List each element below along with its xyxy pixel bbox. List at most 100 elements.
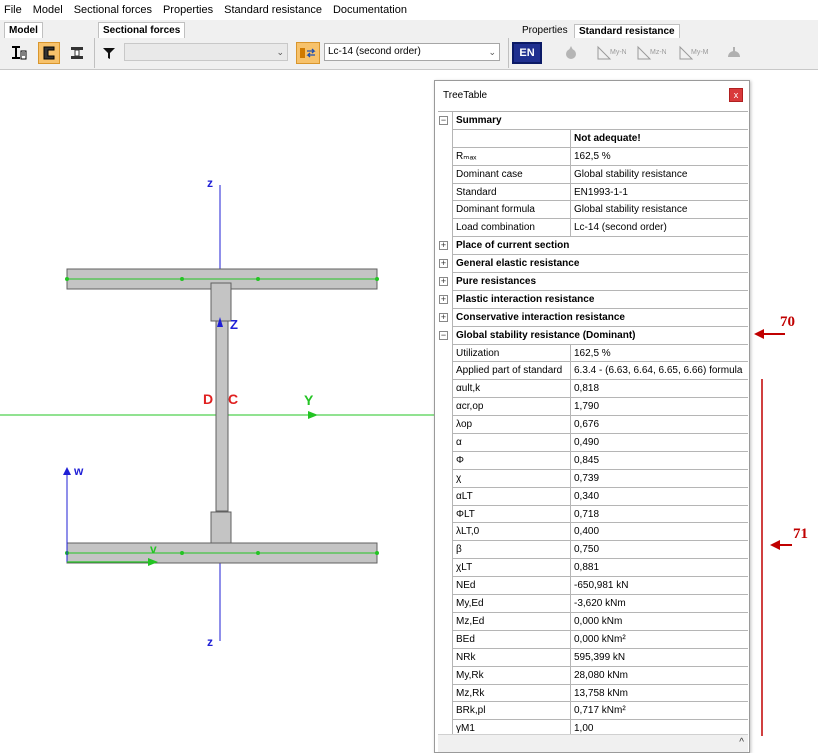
- collapse-icon[interactable]: −: [439, 116, 448, 125]
- table-row[interactable]: αult,k 0,818: [438, 380, 748, 399]
- row-key: λLT,0: [452, 523, 571, 542]
- table-row[interactable]: Φ 0,845: [438, 451, 748, 470]
- interaction-my-mz-icon[interactable]: My-Mz: [678, 42, 708, 64]
- menu-properties[interactable]: Properties: [163, 4, 213, 16]
- section-collapsed[interactable]: + Conservative interaction resistance: [438, 308, 748, 327]
- menu-model[interactable]: Model: [33, 4, 63, 16]
- row-key: β: [452, 541, 571, 560]
- section-label: Plastic interaction resistance: [452, 290, 748, 309]
- row-key: Mz,Ed: [452, 612, 571, 631]
- section-icon[interactable]: [8, 42, 30, 64]
- row-value: 28,080 kNm: [571, 667, 748, 685]
- section-label: General elastic resistance: [452, 255, 748, 274]
- row-key: Φ: [452, 451, 571, 470]
- stability-icon[interactable]: [722, 42, 746, 64]
- y-arrow-icon: [308, 411, 318, 419]
- row-value: 0,845: [571, 452, 748, 470]
- scroll-up-icon[interactable]: ^: [739, 737, 744, 748]
- row-value: 162,5 %: [571, 345, 748, 363]
- en-flag-icon[interactable]: EN: [512, 42, 542, 64]
- section-collapsed[interactable]: + General elastic resistance: [438, 255, 748, 274]
- row-key: NRk: [452, 648, 571, 667]
- resistance-icon[interactable]: [560, 42, 582, 64]
- row-value: 0,676: [571, 416, 748, 435]
- table-row[interactable]: Applied part of standard 6.3.4 - (6.63, 6…: [438, 362, 748, 381]
- section-collapsed[interactable]: + Pure resistances: [438, 273, 748, 291]
- table-row[interactable]: αcr,op 1,790: [438, 398, 748, 417]
- load-combination-value: Lc-14 (second order): [328, 46, 421, 57]
- menu-sectional-forces[interactable]: Sectional forces: [74, 4, 152, 16]
- table-row[interactable]: λLT,0 0,400: [438, 523, 748, 542]
- table-row[interactable]: Dominant case Global stability resistance: [438, 165, 748, 184]
- expand-icon[interactable]: +: [439, 294, 448, 304]
- table-row[interactable]: NRk 595,399 kN: [438, 648, 748, 667]
- row-value: 6.3.4 - (6.63, 6.64, 6.65, 6.66) formula: [571, 362, 748, 381]
- table-row[interactable]: ΦLT 0,718: [438, 505, 748, 524]
- row-value: 0,000 kNm: [571, 613, 748, 631]
- row-key: αult,k: [452, 380, 571, 399]
- table-row[interactable]: α 0,490: [438, 434, 748, 452]
- table-row[interactable]: β 0,750: [438, 541, 748, 560]
- table-row[interactable]: Rₘₐₓ 162,5 %: [438, 147, 748, 166]
- annotation-label-71: 71: [793, 526, 808, 542]
- row-value: 0,400: [571, 523, 748, 542]
- cross-section-c-icon[interactable]: [38, 42, 60, 64]
- app-window: File Model Sectional forces Properties S…: [0, 0, 818, 753]
- expand-icon[interactable]: +: [439, 241, 448, 251]
- expand-icon[interactable]: +: [439, 259, 448, 269]
- table-row[interactable]: Mz,Rk 13,758 kNm: [438, 684, 748, 703]
- menu-file[interactable]: File: [4, 4, 22, 16]
- row-key: χLT: [452, 559, 571, 578]
- section-collapsed[interactable]: + Place of current section: [438, 237, 748, 256]
- horizontal-scrollbar[interactable]: ^: [438, 734, 748, 752]
- close-icon[interactable]: x: [729, 88, 743, 102]
- row-value: EN1993-1-1: [571, 184, 748, 202]
- row-value: Not adequate!: [571, 130, 748, 148]
- table-row[interactable]: χ 0,739: [438, 469, 748, 488]
- expand-icon[interactable]: +: [439, 312, 448, 322]
- expand-icon[interactable]: +: [439, 277, 448, 287]
- section-collapsed[interactable]: + Plastic interaction resistance: [438, 290, 748, 309]
- table-row[interactable]: Dominant formula Global stability resista…: [438, 201, 748, 220]
- row-value: 595,399 kN: [571, 649, 748, 667]
- table-row[interactable]: Standard EN1993-1-1: [438, 183, 748, 202]
- table-row[interactable]: BRk,pl 0,717 kNm²: [438, 702, 748, 721]
- table-row[interactable]: χLT 0,881: [438, 559, 748, 578]
- row-key: Rₘₐₓ: [452, 147, 571, 166]
- table-row[interactable]: Utilization 162,5 %: [438, 344, 748, 363]
- row-key: [452, 129, 571, 148]
- interaction-my-n-icon[interactable]: My-N: [596, 42, 626, 64]
- row-value: 13,758 kNm: [571, 685, 748, 703]
- web: [215, 320, 229, 512]
- row-value: 162,5 %: [571, 148, 748, 166]
- table-row[interactable]: Not adequate!: [438, 129, 748, 148]
- cross-section-i-icon[interactable]: [66, 42, 88, 64]
- global-stability-rows: Utilization 162,5 % Applied part of standa…: [438, 344, 748, 736]
- row-key: Utilization: [452, 344, 571, 363]
- chevron-down-icon: ⌄: [488, 47, 496, 57]
- filter-icon[interactable]: [98, 42, 120, 64]
- collapse-icon[interactable]: −: [439, 330, 448, 340]
- table-row[interactable]: λop 0,676: [438, 416, 748, 435]
- menu-standard-resistance[interactable]: Standard resistance: [224, 4, 322, 16]
- table-row[interactable]: Load combination Lc-14 (second order): [438, 219, 748, 238]
- table-row[interactable]: My,Rk 28,080 kNm: [438, 666, 748, 685]
- swap-icon[interactable]: [296, 42, 320, 64]
- section-label: Conservative interaction resistance: [452, 308, 748, 327]
- section-summary[interactable]: − Summary: [438, 112, 748, 130]
- treetable-titlebar[interactable]: TreeTable x: [435, 81, 749, 111]
- table-row[interactable]: αLT 0,340: [438, 487, 748, 506]
- menu-documentation[interactable]: Documentation: [333, 4, 407, 16]
- table-row[interactable]: My,Ed -3,620 kNm: [438, 595, 748, 613]
- interaction-mz-n-icon[interactable]: Mz-N: [636, 42, 666, 64]
- tab-standard-resistance[interactable]: Standard resistance: [574, 24, 680, 38]
- table-row[interactable]: NEd -650,981 kN: [438, 577, 748, 596]
- section-global-stability[interactable]: − Global stability resistance (Dominant): [438, 326, 748, 345]
- filter-combo[interactable]: ⌄: [124, 43, 288, 61]
- table-row[interactable]: Mz,Ed 0,000 kNm: [438, 612, 748, 631]
- load-combination-select[interactable]: Lc-14 (second order) ⌄: [324, 43, 500, 61]
- row-key: α: [452, 434, 571, 452]
- tab-properties[interactable]: Properties: [518, 24, 572, 38]
- row-value: Global stability resistance: [571, 166, 748, 184]
- table-row[interactable]: BEd 0,000 kNm²: [438, 630, 748, 649]
